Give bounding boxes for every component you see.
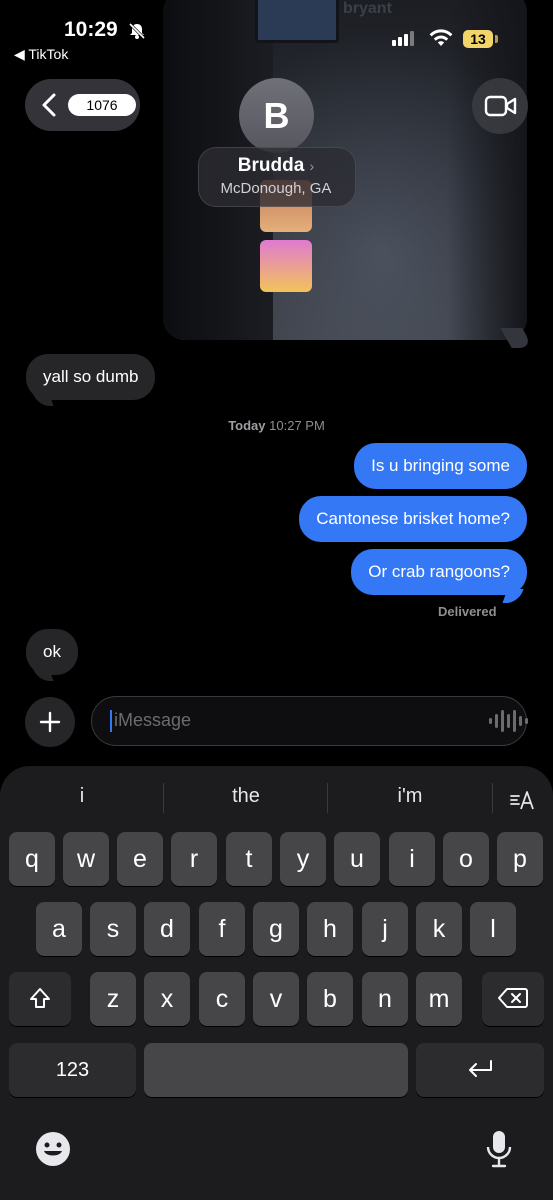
key-o[interactable]: o	[443, 832, 489, 886]
key-l[interactable]: l	[470, 902, 516, 956]
space-bar[interactable]	[144, 1043, 408, 1097]
message-input-placeholder: iMessage	[114, 710, 192, 730]
silent-bell-icon	[128, 22, 146, 45]
status-time: 10:29	[64, 18, 118, 41]
backspace-icon	[498, 988, 528, 1008]
text-caret	[110, 710, 112, 732]
timestamp-time: 10:27 PM	[269, 418, 325, 433]
contact-location: McDonough, GA	[220, 180, 332, 197]
key-s[interactable]: s	[90, 902, 136, 956]
key-r[interactable]: r	[171, 832, 217, 886]
key-q[interactable]: q	[9, 832, 55, 886]
key-f[interactable]: f	[199, 902, 245, 956]
photo-overlay-text: bryant	[343, 0, 392, 17]
key-h[interactable]: h	[307, 902, 353, 956]
photo-poster-2	[260, 240, 312, 292]
key-y[interactable]: y	[280, 832, 326, 886]
suggestion-divider	[327, 783, 328, 813]
return-key[interactable]	[416, 1043, 544, 1097]
key-k[interactable]: k	[416, 902, 462, 956]
chevron-left-icon[interactable]	[40, 92, 58, 118]
photo-shadow	[447, 0, 527, 340]
microphone-icon[interactable]	[485, 1130, 513, 1173]
return-arrow-icon	[469, 1060, 492, 1077]
bubble-tail	[502, 589, 524, 603]
plus-icon	[39, 711, 61, 733]
timestamp-day: Today	[228, 418, 266, 433]
key-x[interactable]: x	[144, 972, 190, 1026]
key-e[interactable]: e	[117, 832, 163, 886]
numbers-key[interactable]: 123	[9, 1043, 136, 1097]
dictation-waveform-icon[interactable]	[489, 710, 528, 732]
key-g[interactable]: g	[253, 902, 299, 956]
text-format-icon[interactable]	[509, 788, 537, 817]
key-d[interactable]: d	[144, 902, 190, 956]
key-m[interactable]: m	[416, 972, 462, 1026]
battery-cap-icon	[495, 35, 498, 43]
key-z[interactable]: z	[90, 972, 136, 1026]
apps-plus-button[interactable]	[25, 697, 75, 747]
facetime-video-button[interactable]	[472, 78, 528, 134]
key-c[interactable]: c	[199, 972, 245, 1026]
key-n[interactable]: n	[362, 972, 408, 1026]
chevron-right-icon: ›	[309, 158, 315, 174]
photo-bubble-tail	[500, 328, 534, 348]
back-to-app-link[interactable]: ◀ TikTok	[14, 46, 68, 63]
emoji-icon[interactable]	[35, 1131, 71, 1172]
suggestion[interactable]: i	[7, 785, 157, 808]
sent-message[interactable]: Or crab rangoons?	[351, 549, 527, 595]
delete-key[interactable]	[482, 972, 544, 1026]
key-a[interactable]: a	[36, 902, 82, 956]
video-camera-icon	[484, 95, 517, 117]
key-u[interactable]: u	[334, 832, 380, 886]
suggestion[interactable]: the	[171, 785, 321, 808]
photo-tv	[255, 0, 339, 43]
wifi-icon	[428, 27, 454, 52]
key-p[interactable]: p	[497, 832, 543, 886]
key-j[interactable]: j	[362, 902, 408, 956]
message-timestamp: Today 10:27 PM	[0, 418, 553, 433]
key-b[interactable]: b	[307, 972, 353, 1026]
key-w[interactable]: w	[63, 832, 109, 886]
suggestion-divider	[163, 783, 164, 813]
contact-avatar[interactable]: B	[239, 78, 314, 153]
key-i[interactable]: i	[389, 832, 435, 886]
key-v[interactable]: v	[253, 972, 299, 1026]
contact-name[interactable]: Brudda ›	[198, 155, 354, 177]
shift-key[interactable]	[9, 972, 71, 1026]
key-t[interactable]: t	[226, 832, 272, 886]
suggestion-divider	[492, 783, 493, 813]
sent-message[interactable]: Is u bringing some	[354, 443, 527, 489]
avatar-initial: B	[263, 94, 290, 136]
shift-arrow-icon	[30, 988, 50, 1008]
suggestion[interactable]: i'm	[335, 785, 485, 808]
unread-count-badge: 1076	[68, 94, 136, 116]
battery-indicator: 13	[463, 30, 493, 48]
delivered-status: Delivered	[438, 604, 497, 619]
contact-name-text: Brudda	[237, 155, 305, 176]
sent-message[interactable]: Cantonese brisket home?	[299, 496, 527, 542]
cellular-signal-icon	[392, 31, 414, 46]
